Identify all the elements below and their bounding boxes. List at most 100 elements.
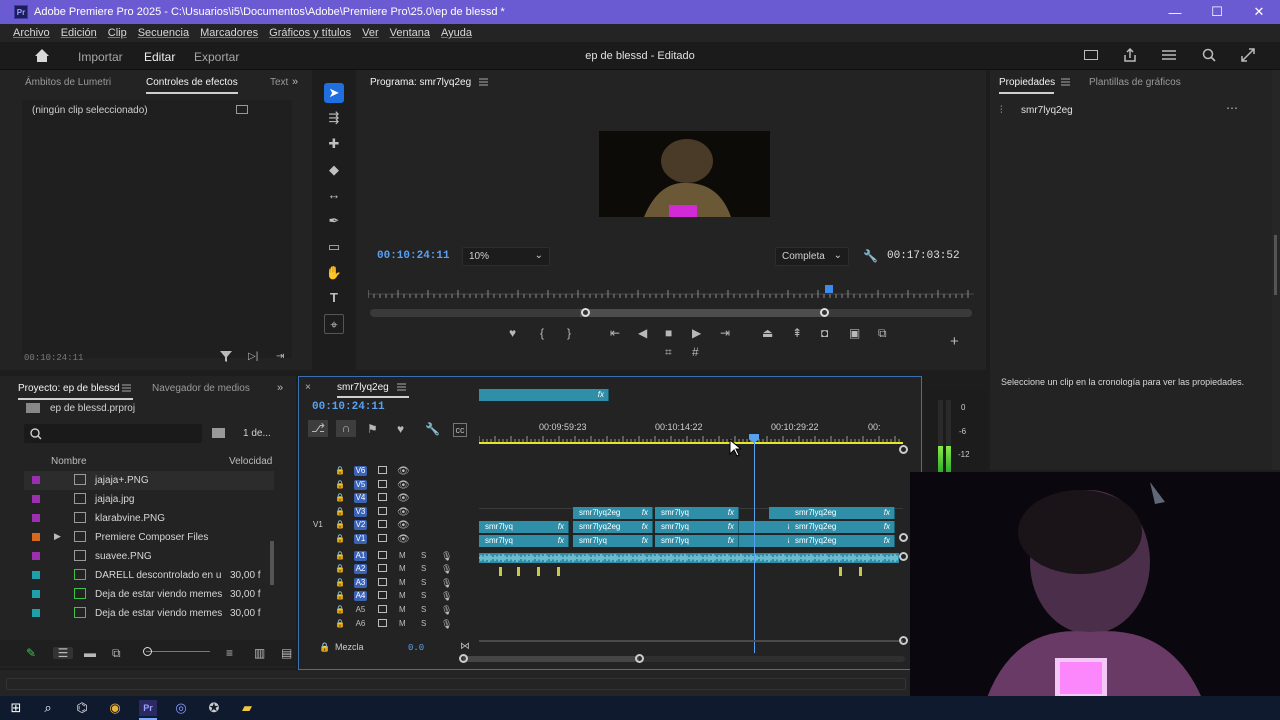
program-time-ruler[interactable] [368, 286, 974, 300]
audio-clip-a2[interactable] [499, 567, 502, 576]
list-view-icon[interactable]: ☰ [53, 647, 73, 659]
video-clip[interactable]: smr7lyq fx [655, 507, 739, 519]
new-bin-icon[interactable] [212, 428, 225, 438]
automate-icon[interactable]: ▥ [254, 647, 265, 659]
project-item[interactable]: Deja de estar viendo memes 30,00 f [24, 604, 274, 623]
video-clip[interactable]: smr7lyq fx [479, 521, 569, 533]
eye-icon[interactable]: 👁 [397, 466, 410, 477]
label-color-swatch[interactable] [32, 495, 40, 503]
play-only-audio-icon[interactable]: ▷| [248, 351, 258, 363]
microphone-icon[interactable]: 🎙 [441, 551, 452, 562]
expand-chevron-icon[interactable]: ▶ [54, 531, 61, 542]
vertical-zoom-handle[interactable] [899, 636, 908, 645]
menu-ver[interactable]: Ver [362, 27, 379, 39]
audio-clip-a2[interactable] [859, 567, 862, 576]
track-a5[interactable]: A5 [354, 605, 367, 615]
zoom-slider-handle[interactable] [143, 647, 152, 656]
razor-tool-icon[interactable]: ◆ [324, 160, 344, 180]
sync-lock-icon[interactable] [378, 534, 387, 542]
discord-icon[interactable]: ◎ [172, 700, 190, 716]
eye-icon[interactable]: 👁 [397, 520, 410, 531]
sync-lock-icon[interactable] [378, 577, 387, 586]
stop-icon[interactable]: ■ [665, 327, 672, 339]
mute-button[interactable]: M [399, 619, 406, 628]
app-icon[interactable]: ✪ [205, 700, 223, 716]
menu-archivo[interactable]: Archivo [13, 27, 50, 39]
project-item[interactable]: jajaja.jpg [24, 490, 274, 509]
sort-icon[interactable]: ≡ [226, 647, 233, 659]
track-a6[interactable]: A6 [354, 619, 367, 629]
track-lock-icon[interactable]: 🔒 [335, 551, 345, 560]
sync-lock-icon[interactable] [378, 605, 387, 613]
menu-clip[interactable]: Clip [108, 27, 127, 39]
mark-in-icon[interactable]: { [540, 327, 544, 339]
grid-icon[interactable]: # [692, 346, 699, 358]
track-lock-icon[interactable]: 🔒 [335, 507, 345, 516]
mute-button[interactable]: M [399, 578, 406, 587]
menu-graficos[interactable]: Gráficos y títulos [269, 27, 351, 39]
sync-lock-icon[interactable] [378, 493, 387, 502]
panel-menu-icon[interactable] [122, 384, 131, 392]
video-clip[interactable]: smr7lyq2eg fx [789, 521, 895, 533]
type-tool-icon[interactable]: T [324, 288, 344, 308]
linked-selection-icon[interactable]: ⚑ [367, 423, 378, 435]
video-clip[interactable]: smr7lyq2eg fx [789, 535, 895, 547]
add-marker-icon[interactable]: ♥ [397, 423, 404, 435]
comparison-view-icon[interactable]: ▣ [849, 327, 860, 339]
eye-icon[interactable]: 👁 [397, 493, 410, 504]
icon-view-icon[interactable]: ▬ [84, 647, 96, 659]
scroll-handle-right[interactable] [820, 308, 829, 317]
close-button[interactable]: ✕ [1238, 4, 1280, 20]
panel-menu-icon[interactable] [1061, 78, 1070, 86]
go-to-in-icon[interactable]: ⇤ [610, 327, 620, 339]
timeline-settings-icon[interactable]: 🔧 [425, 423, 440, 435]
menu-marcadores[interactable]: Marcadores [200, 27, 258, 39]
vertical-zoom-bar[interactable] [479, 640, 903, 642]
menu-ayuda[interactable]: Ayuda [441, 27, 472, 39]
track-v1[interactable]: V1 [354, 534, 367, 544]
windows-start-icon[interactable]: ⊞ [7, 700, 25, 716]
project-item[interactable]: Deja de estar viendo memes 30,00 f [24, 585, 274, 604]
workspace-layout-icon[interactable] [1084, 50, 1098, 60]
mark-out-icon[interactable]: } [567, 327, 571, 339]
export-frame-icon[interactable]: ⇥ [276, 351, 284, 363]
microphone-icon[interactable]: 🎙 [441, 591, 452, 602]
video-clip[interactable]: smr7lyq fx [655, 521, 739, 533]
share-icon[interactable] [1123, 48, 1137, 62]
captions-icon[interactable]: cc [453, 423, 467, 437]
track-v2[interactable]: V2 [354, 520, 367, 531]
track-lock-icon[interactable]: 🔒 [335, 534, 345, 543]
track-lock-icon[interactable]: 🔒 [335, 520, 345, 529]
eye-icon[interactable]: 👁 [397, 480, 410, 491]
proxy-toggle-icon[interactable]: ⧉ [878, 327, 887, 339]
track-lock-icon[interactable]: 🔒 [335, 619, 345, 628]
microphone-icon[interactable]: 🎙 [441, 564, 452, 575]
track-a3[interactable]: A3 [354, 577, 367, 588]
track-lock-icon[interactable]: 🔒 [335, 493, 345, 502]
step-back-icon[interactable]: ◀ [638, 327, 647, 339]
scroll-handle-top[interactable] [899, 445, 908, 454]
audio-clip-a2[interactable] [517, 567, 520, 576]
zoom-scrollbar-thumb[interactable] [580, 309, 825, 317]
track-select-icon[interactable]: ⇶ [324, 108, 344, 128]
video-clip[interactable]: smr7lyq2eg fx [573, 521, 653, 533]
workspace-editar[interactable]: Editar [144, 50, 175, 64]
solo-button[interactable]: S [421, 619, 426, 628]
audio-clip-a2[interactable] [537, 567, 540, 576]
solo-button[interactable]: S [421, 551, 426, 560]
tab-effect-controls[interactable]: Controles de efectos [146, 77, 238, 88]
minimize-button[interactable]: — [1154, 5, 1196, 20]
source-patch-v1[interactable]: V1 [313, 520, 323, 529]
project-item[interactable]: DARELL descontrolado en u 30,00 f [24, 566, 274, 585]
slip-tool-icon[interactable]: ↔ [324, 185, 344, 205]
project-item[interactable]: ▶ Premiere Composer Files [24, 528, 274, 547]
more-options-icon[interactable]: ⋯ [1226, 102, 1238, 114]
label-color-swatch[interactable] [32, 552, 40, 560]
quality-dropdown[interactable]: Completa ⌄ [775, 247, 849, 266]
mix-value[interactable]: 0.0 [408, 643, 424, 653]
project-item[interactable]: jajaja+.PNG [24, 471, 274, 490]
track-lock-icon[interactable]: 🔒 [335, 480, 345, 489]
wrench-icon[interactable]: 🔧 [863, 250, 878, 262]
menu-ventana[interactable]: Ventana [390, 27, 430, 39]
workspace-importar[interactable]: Importar [78, 50, 123, 64]
